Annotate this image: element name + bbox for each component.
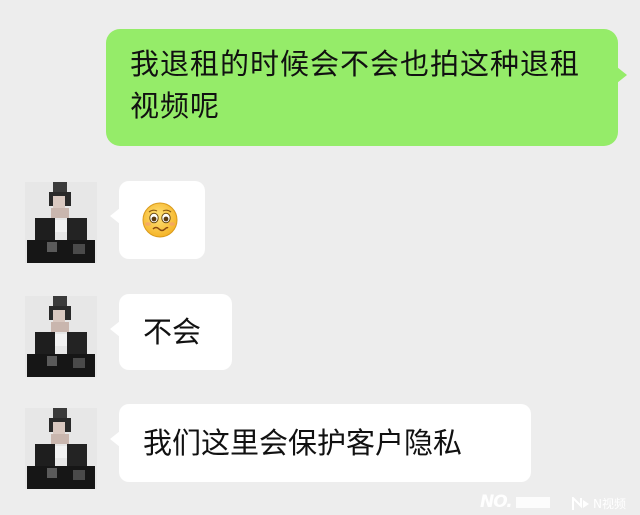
received-message-text: 不会 — [143, 315, 202, 349]
watermark-bar-icon — [515, 496, 550, 508]
contact-avatar[interactable] — [25, 182, 97, 263]
n-video-logo-icon — [572, 496, 589, 510]
n-video-watermark-text: N视频 — [593, 497, 626, 511]
received-message-bubble[interactable]: 不会 — [110, 294, 232, 370]
contact-avatar[interactable] — [25, 408, 97, 489]
sent-message-bubble[interactable]: 我退租的时候会不会也拍这种退租视频呢 — [106, 29, 627, 146]
contact-avatar[interactable] — [25, 296, 97, 377]
no-watermark: NO. — [480, 492, 550, 512]
received-message-text: 我们这里会保护客户隐私 — [143, 426, 463, 460]
n-video-watermark: N视频 — [572, 495, 626, 512]
no-watermark-text: NO. — [480, 492, 513, 512]
sent-message-text: 我退租的时候会不会也拍这种退租视频呢 — [130, 47, 581, 123]
woozy-face-emoji-icon — [142, 202, 178, 238]
received-message-bubble[interactable] — [110, 181, 205, 259]
received-message-bubble[interactable]: 我们这里会保护客户隐私 — [110, 404, 531, 482]
